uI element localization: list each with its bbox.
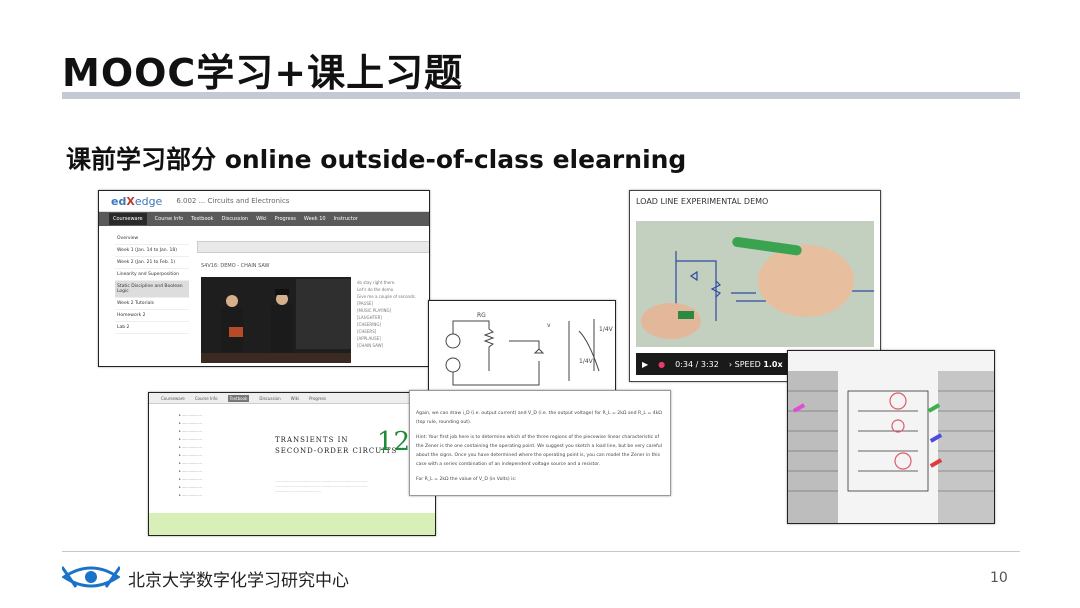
footer-org-name: 北京大学数字化学习研究中心 — [128, 571, 349, 591]
edx-nav-item: Textbook — [191, 216, 214, 222]
video-title: LOAD LINE EXPERIMENTAL DEMO — [636, 197, 769, 206]
textbook-nav: Courseware Course Info Textbook Discussion W… — [149, 393, 435, 404]
edx-video-title: S4V16: DEMO - CHAIN SAW — [201, 263, 270, 269]
svg-text:v: v — [547, 322, 551, 329]
progress-dot-icon[interactable]: ● — [658, 360, 665, 369]
edx-course-screenshot: edXedge 6.002 ... Circuits and Electroni… — [98, 190, 430, 367]
svg-text:1/4V: 1/4V — [579, 358, 594, 365]
svg-text:RG: RG — [477, 312, 486, 319]
title-divider — [62, 92, 1020, 99]
edx-nav-item: Course Info — [154, 216, 184, 222]
problem-text: Again, we can draw i_D (i.e. output curr… — [416, 411, 662, 482]
slide-subtitle: 课前学习部分 online outside-of-class elearning — [66, 145, 687, 174]
schematic-screenshot — [787, 350, 995, 524]
footer-divider — [62, 551, 1020, 552]
svg-text:1/4V: 1/4V — [599, 326, 614, 333]
edx-nav: Courseware Course Info Textbook Discussi… — [99, 212, 429, 226]
edx-transcript: do stay right there. Let's do the demo. … — [357, 280, 416, 348]
edx-side-item: Week 2 Tutorials — [115, 298, 189, 310]
textbook-screenshot: Courseware Course Info Textbook Discussion W… — [148, 392, 436, 536]
speed-control[interactable]: › SPEED 1.0x — [729, 360, 783, 369]
edx-side-item: Overview — [115, 233, 189, 245]
edx-side-item: Linearity and Superposition — [115, 269, 189, 281]
edx-header: edXedge 6.002 ... Circuits and Electroni… — [99, 191, 429, 212]
problem-screenshot: Again, we can draw i_D (i.e. output curr… — [409, 390, 671, 496]
edx-side-item: Lab 2 — [115, 322, 189, 334]
page-number: 10 — [990, 570, 1008, 586]
circuit-sketch-screenshot: RG v 1/4V 1/4V — [428, 300, 616, 394]
textbook-highlight — [149, 513, 435, 535]
edx-sequence-bar — [197, 241, 429, 253]
edx-logo: edXedge — [111, 194, 163, 208]
video-time: 0:34 / 3:32 — [675, 359, 719, 369]
play-icon[interactable]: ▶ — [642, 360, 648, 369]
textbook-body: ........................................… — [275, 479, 368, 493]
edx-nav-item: Instructor — [333, 216, 358, 222]
eye-logo-icon — [60, 565, 122, 593]
video-frame — [636, 221, 874, 347]
edx-side-item: Week 2 (Jan. 21 to Feb. 1) — [115, 257, 189, 269]
slide-title: MOOC学习+课上习题 — [62, 51, 464, 95]
edx-nav-item: Progress — [274, 216, 296, 222]
edx-course-title: 6.002 ... Circuits and Electronics — [176, 197, 290, 205]
edx-video-frame — [201, 277, 351, 363]
edx-sidebar: Overview Week 1 (Jan. 14 to Jan. 18) Wee… — [115, 233, 189, 365]
textbook-toc: ▸ .................. ▸ ..................… — [179, 413, 202, 497]
edx-side-item: Static Discipline and Boolean Logic — [115, 281, 189, 298]
edx-side-item: Week 1 (Jan. 14 to Jan. 18) — [115, 245, 189, 257]
edx-nav-item: Wiki — [256, 216, 267, 222]
edx-side-item: Homework 2 — [115, 310, 189, 322]
edx-nav-item: Courseware — [109, 213, 147, 225]
edx-nav-item: Discussion — [221, 216, 249, 222]
edx-nav-item: Week 10 — [303, 216, 326, 222]
textbook-chapter-number: 12 — [377, 427, 411, 457]
